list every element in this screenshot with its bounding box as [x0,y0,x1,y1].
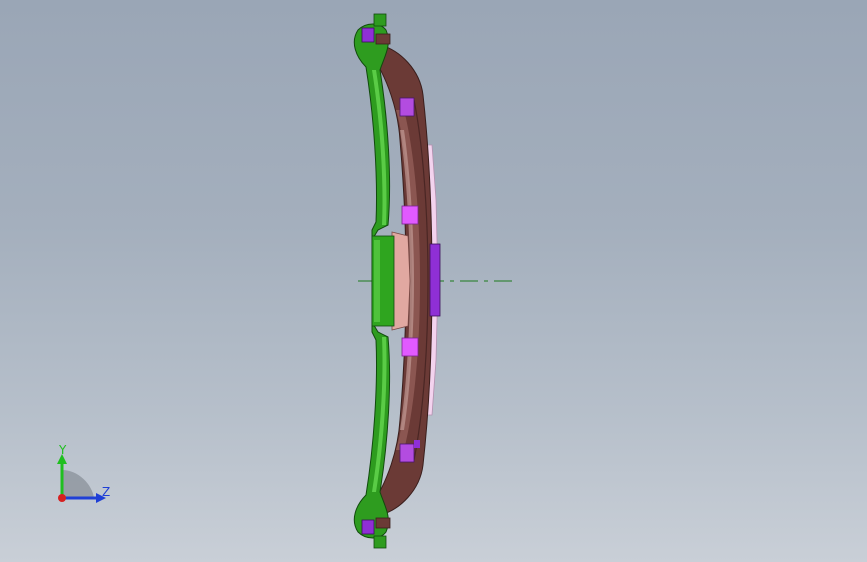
y-axis-label: Y [58,443,67,457]
cad-3d-viewport[interactable]: Y Z [0,0,867,562]
x-axis-dot [58,494,66,502]
triad-plane [62,470,94,498]
model-assembly[interactable] [0,0,867,562]
z-axis-label: Z [102,485,110,499]
coordinate-triad: Y Z [57,443,110,503]
clutch-hub-part[interactable] [391,231,411,331]
